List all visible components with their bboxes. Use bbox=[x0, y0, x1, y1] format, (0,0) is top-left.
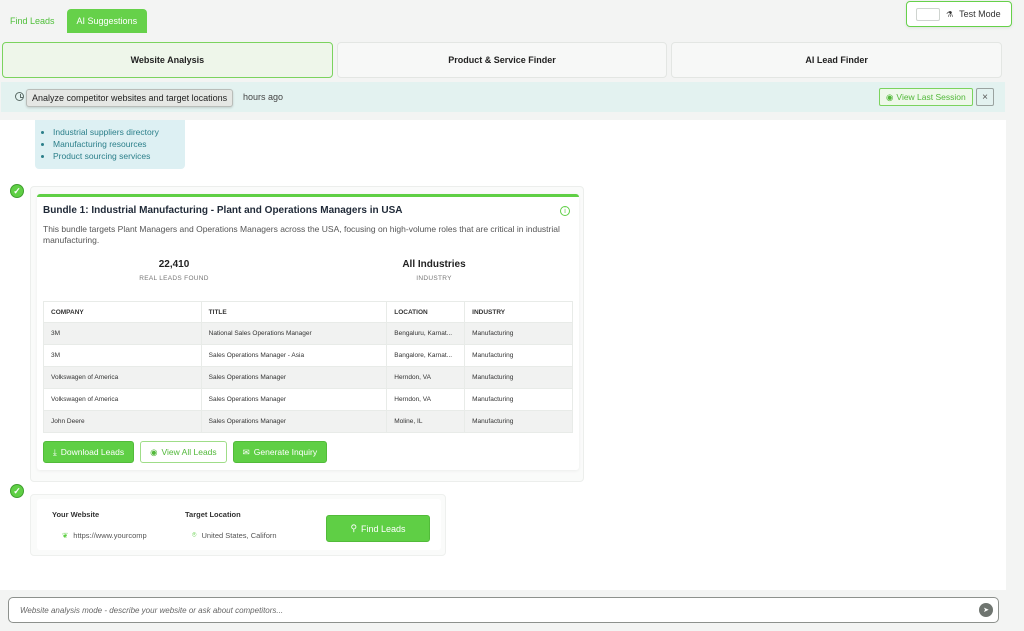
tab-ai-lead-finder[interactable]: AI Lead Finder bbox=[671, 42, 1003, 78]
table-cell: Manufacturing bbox=[464, 322, 573, 345]
table-cell: Volkswagen of America bbox=[43, 388, 202, 411]
search-icon: ⚲ bbox=[350, 523, 358, 533]
suggestion-list: Industrial suppliers directory Manufactu… bbox=[35, 120, 185, 169]
view-last-session-label: View Last Session bbox=[896, 92, 966, 102]
download-leads-button[interactable]: ⤓ Download Leads bbox=[43, 441, 135, 463]
column-header[interactable]: TITLE bbox=[200, 301, 388, 323]
tab-ai-suggestions[interactable]: AI Suggestions bbox=[66, 9, 148, 33]
send-icon[interactable]: ➤ bbox=[979, 603, 993, 617]
find-leads-button[interactable]: ⚲ Find Leads bbox=[326, 515, 430, 542]
table-cell: Manufacturing bbox=[464, 366, 573, 389]
check-circle-icon: ✓ bbox=[10, 184, 24, 198]
eye-icon: ◉ bbox=[150, 446, 158, 457]
map-pin-icon: ⌾ bbox=[192, 530, 197, 539]
tab-find-leads[interactable]: Find Leads bbox=[4, 9, 61, 33]
table-row[interactable]: 3M National Sales Operations Manager Ben… bbox=[43, 322, 573, 345]
column-header[interactable]: INDUSTRY bbox=[464, 301, 573, 323]
table-cell: Sales Operations Manager - Asia bbox=[200, 344, 388, 367]
tab-product-service-finder[interactable]: Product & Service Finder bbox=[336, 42, 668, 78]
flask-icon: ⚗ bbox=[946, 9, 954, 19]
mode-tabs: Website Analysis Product & Service Finde… bbox=[2, 42, 1003, 78]
table-cell: Bangalore, Karnat... bbox=[386, 344, 466, 367]
list-item: Product sourcing services bbox=[53, 150, 185, 162]
table-cell: Sales Operations Manager bbox=[200, 410, 388, 433]
leaf-icon: ❦ bbox=[62, 530, 69, 540]
table-row[interactable]: 3M Sales Operations Manager - Asia Banga… bbox=[43, 344, 573, 367]
close-button[interactable]: × bbox=[976, 88, 994, 106]
website-input[interactable]: ❦ https://www.yourcomp bbox=[62, 526, 162, 544]
generate-inquiry-button[interactable]: ✉ Generate Inquiry bbox=[232, 441, 328, 463]
bundle-description: This bundle targets Plant Managers and O… bbox=[43, 224, 560, 245]
table-cell: Herndon, VA bbox=[386, 366, 466, 389]
history-icon bbox=[15, 92, 24, 101]
website-form-card: Your Website ❦ https://www.yourcomp Targ… bbox=[30, 494, 446, 556]
leads-table: COMPANY TITLE LOCATION INDUSTRY 3M Natio… bbox=[43, 301, 573, 433]
chat-area: Industrial suppliers directory Manufactu… bbox=[0, 120, 1006, 590]
table-cell: 3M bbox=[43, 322, 202, 345]
info-icon[interactable]: i bbox=[560, 206, 570, 216]
table-header-row: COMPANY TITLE LOCATION INDUSTRY bbox=[43, 301, 573, 323]
target-location-label: Target Location bbox=[185, 510, 241, 519]
test-mode-label: Test Mode bbox=[959, 9, 1001, 19]
find-leads-label: Find Leads bbox=[361, 523, 406, 534]
generate-inquiry-label: Generate Inquiry bbox=[253, 447, 318, 457]
chat-input[interactable]: Website analysis mode - describe your we… bbox=[8, 597, 999, 623]
table-cell: Sales Operations Manager bbox=[200, 366, 388, 389]
table-cell: Moline, IL bbox=[386, 410, 466, 433]
bundle-title: Bundle 1: Industrial Manufacturing - Pla… bbox=[43, 205, 403, 216]
table-row[interactable]: Volkswagen of America Sales Operations M… bbox=[43, 366, 573, 389]
tab-website-analysis[interactable]: Website Analysis bbox=[2, 42, 333, 78]
toggle-switch[interactable] bbox=[916, 7, 940, 21]
session-status-bar: Analyze competitor websites and target l… bbox=[1, 82, 1005, 112]
table-cell: Volkswagen of America bbox=[43, 366, 202, 389]
table-cell: Herndon, VA bbox=[386, 388, 466, 411]
table-cell: Bengaluru, Karnat... bbox=[386, 322, 466, 345]
table-cell: Manufacturing bbox=[464, 344, 573, 367]
bundle-card: Bundle 1: Industrial Manufacturing - Pla… bbox=[30, 186, 584, 482]
check-circle-icon: ✓ bbox=[10, 484, 24, 498]
column-header[interactable]: LOCATION bbox=[386, 301, 466, 323]
stat-leads-found: 22,410 REAL LEADS FOUND bbox=[129, 259, 219, 282]
stat-value: All Industries bbox=[402, 259, 466, 270]
top-tabs: Find Leads AI Suggestions bbox=[4, 9, 148, 33]
column-header[interactable]: COMPANY bbox=[43, 301, 202, 323]
table-cell: John Deere bbox=[43, 410, 202, 433]
table-cell: Manufacturing bbox=[464, 410, 573, 433]
eye-icon: ◉ bbox=[886, 91, 894, 102]
download-icon: ⤓ bbox=[53, 446, 57, 457]
view-all-leads-label: View All Leads bbox=[161, 447, 217, 457]
session-time: hours ago bbox=[243, 92, 284, 102]
test-mode-toggle[interactable]: ⚗ Test Mode bbox=[906, 1, 1012, 27]
table-row[interactable]: Volkswagen of America Sales Operations M… bbox=[43, 388, 573, 411]
table-cell: Manufacturing bbox=[464, 388, 573, 411]
bundle-actions: ⤓ Download Leads ◉ View All Leads ✉ Gene… bbox=[43, 441, 328, 463]
mail-icon: ✉ bbox=[242, 446, 250, 457]
location-input[interactable]: ⌾ United States, Californ bbox=[192, 526, 292, 544]
stat-value: 22,410 bbox=[158, 259, 190, 270]
stat-label: REAL LEADS FOUND bbox=[139, 275, 209, 282]
stat-label: INDUSTRY bbox=[416, 275, 452, 282]
download-leads-label: Download Leads bbox=[60, 447, 125, 457]
mode-tooltip: Analyze competitor websites and target l… bbox=[26, 89, 234, 107]
website-label: Your Website bbox=[52, 510, 100, 519]
location-value: United States, Californ bbox=[201, 530, 277, 540]
table-cell: 3M bbox=[43, 344, 202, 367]
website-value: https://www.yourcomp bbox=[73, 530, 147, 540]
table-row[interactable]: John Deere Sales Operations Manager Moli… bbox=[43, 410, 573, 433]
view-last-session-button[interactable]: ◉ View Last Session bbox=[879, 88, 973, 106]
table-cell: Sales Operations Manager bbox=[200, 388, 388, 411]
list-item: Manufacturing resources bbox=[53, 138, 185, 150]
table-cell: National Sales Operations Manager bbox=[200, 322, 388, 345]
view-all-leads-button[interactable]: ◉ View All Leads bbox=[140, 441, 227, 463]
stat-industry: All Industries INDUSTRY bbox=[379, 259, 489, 282]
list-item: Industrial suppliers directory bbox=[53, 126, 185, 138]
